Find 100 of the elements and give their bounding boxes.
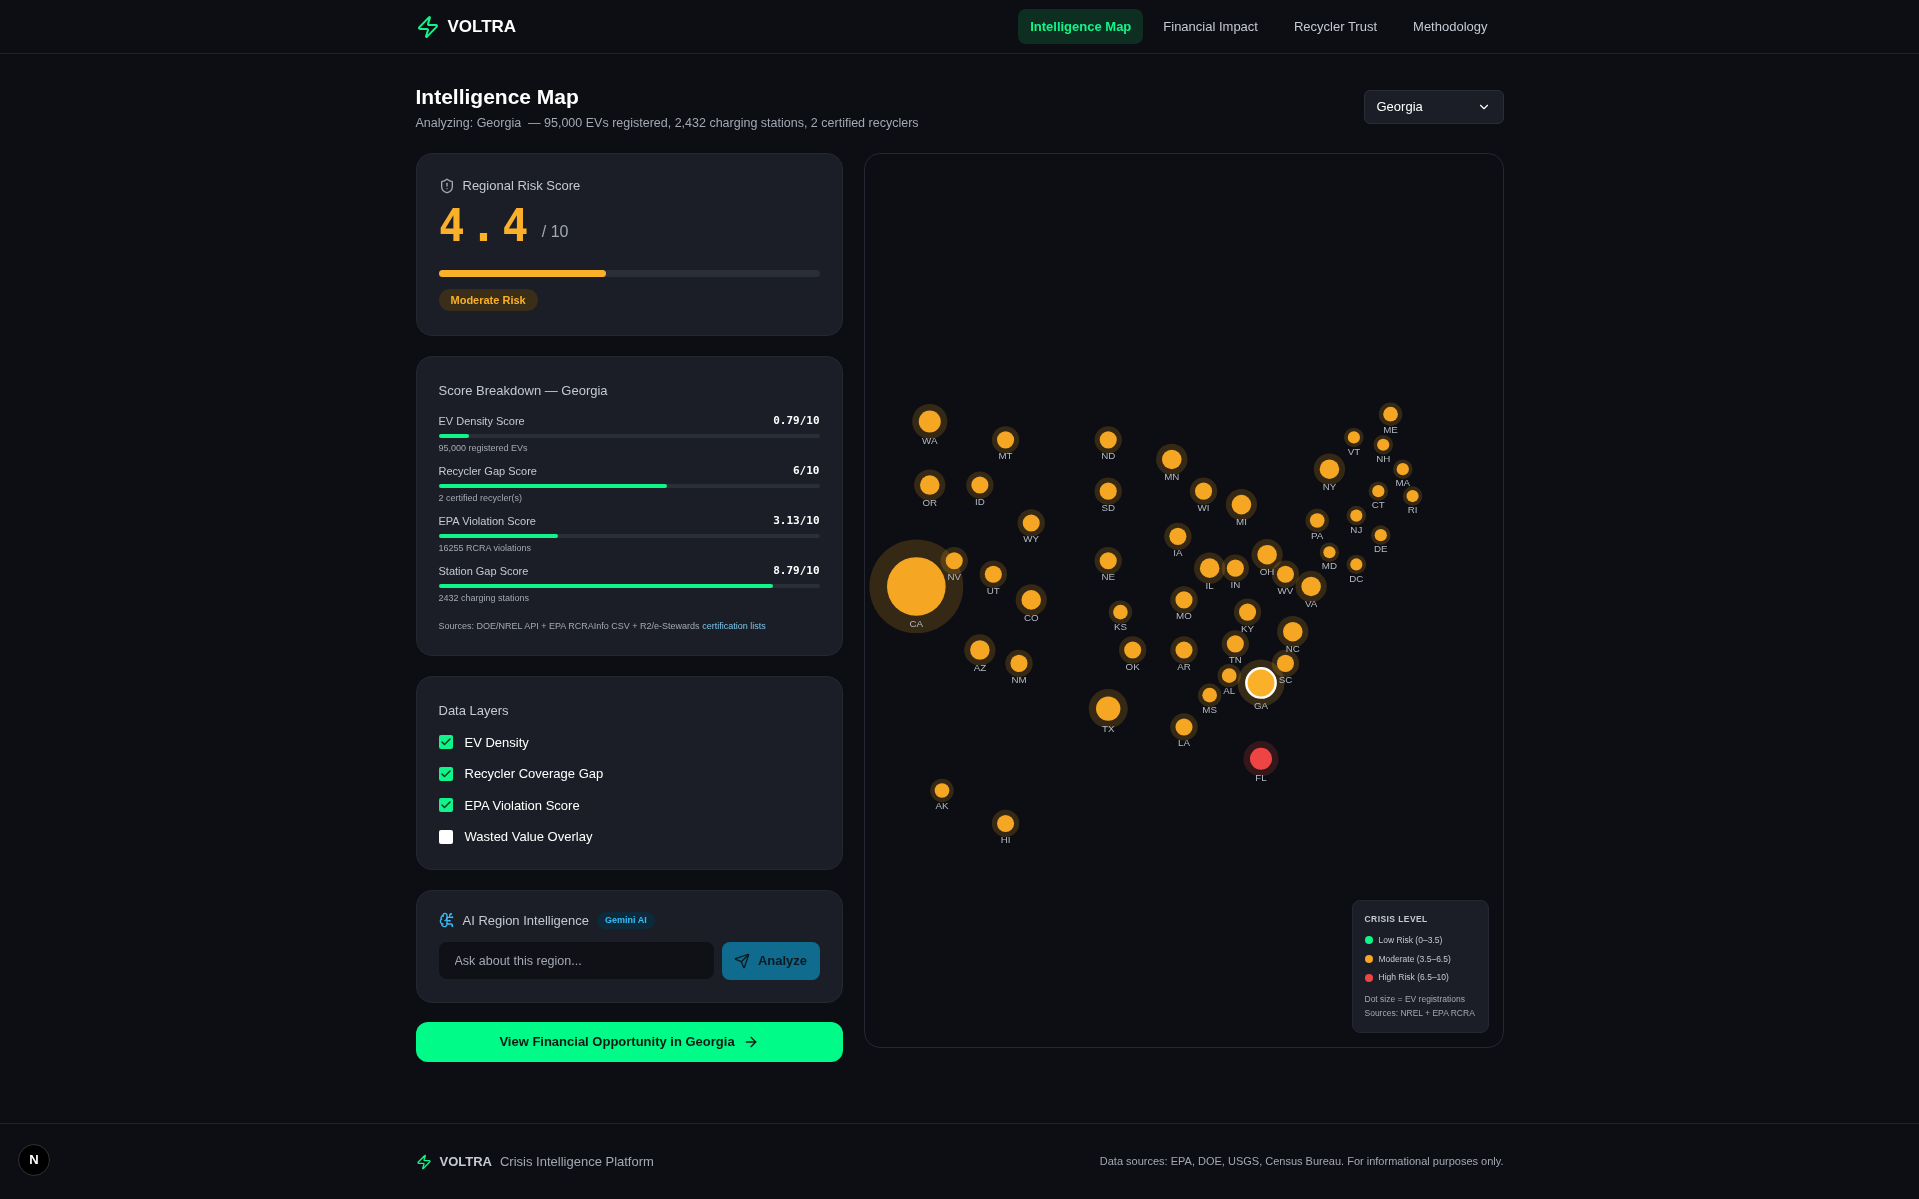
- map-bubble[interactable]: [991, 809, 1019, 838]
- page-subtitle: Analyzing: Georgia — 95,000 EVs registered, 2,432 charging stations, 2 certified recyclers: [415, 115, 919, 133]
- map-bubble[interactable]: [1189, 477, 1217, 505]
- map-bubble[interactable]: [1343, 427, 1364, 448]
- map-bubble[interactable]: [1163, 522, 1192, 551]
- map-bubble[interactable]: [1221, 554, 1249, 582]
- map-bubble[interactable]: [979, 560, 1007, 588]
- nav-tab[interactable]: Financial Impact: [1147, 8, 1274, 45]
- map-bubble[interactable]: [911, 403, 947, 440]
- check-icon: [439, 767, 452, 780]
- map-bubble[interactable]: [1233, 598, 1261, 626]
- layer-checkbox[interactable]: [438, 829, 453, 844]
- map-bubble[interactable]: [1221, 630, 1249, 658]
- map-bubble[interactable]: [965, 471, 994, 499]
- state-label: TN: [1228, 654, 1242, 666]
- cta-button[interactable]: View Financial Opportunity in Georgia: [415, 1022, 843, 1062]
- map-bubble[interactable]: [1370, 525, 1391, 545]
- map-bubble[interactable]: [1108, 600, 1132, 624]
- map-bubble[interactable]: [1169, 586, 1198, 614]
- state-label: MT: [998, 450, 1013, 462]
- nav-tab[interactable]: Intelligence Map: [1018, 8, 1144, 45]
- map-bubble[interactable]: [868, 539, 963, 634]
- map-bubble[interactable]: [1094, 477, 1122, 505]
- layer-checkbox[interactable]: [438, 798, 453, 813]
- risk-badge: Moderate Risk: [438, 288, 538, 311]
- state-label: MO: [1175, 610, 1192, 622]
- map-bubble[interactable]: [1250, 539, 1283, 571]
- map-bubble[interactable]: [913, 469, 945, 501]
- certification-link[interactable]: certification lists: [702, 620, 766, 631]
- state-label: KY: [1240, 622, 1254, 634]
- state-label: AZ: [973, 661, 986, 673]
- layer-label: EV Density: [464, 733, 529, 752]
- map-bubble[interactable]: [1294, 570, 1327, 603]
- shield-icon: [438, 177, 455, 194]
- map-bubble[interactable]: [1225, 488, 1257, 521]
- page-title: Intelligence Map: [415, 84, 580, 110]
- nav-tab[interactable]: Recycler Trust: [1277, 8, 1394, 45]
- question-field[interactable]: Ask about this region...: [438, 942, 714, 979]
- map-bubble[interactable]: [1346, 505, 1366, 526]
- state-label: TX: [1101, 722, 1114, 734]
- map-bubble[interactable]: [1004, 649, 1033, 678]
- card-title: AI Region Intelligence: [462, 911, 589, 930]
- map-bubble[interactable]: [1319, 542, 1339, 562]
- card-title: Data Layers: [438, 702, 510, 720]
- nav-tab[interactable]: Methodology: [1397, 8, 1504, 45]
- footer-sources: Data sources: EPA, DOE, USGS, Census Bureau. For informational purposes only.: [1099, 1154, 1504, 1170]
- state-label: DC: [1348, 572, 1363, 584]
- send-icon: [733, 953, 750, 969]
- state-label: DE: [1373, 543, 1388, 555]
- map-bubble[interactable]: [1378, 402, 1402, 426]
- map-bubble[interactable]: [1402, 486, 1422, 506]
- score-note: 2432 charging stations: [438, 592, 531, 605]
- map-bubble[interactable]: [1094, 547, 1122, 575]
- score-note: 95,000 registered EVs: [438, 442, 529, 455]
- map-bubble[interactable]: [1155, 443, 1187, 476]
- map-bubble[interactable]: [963, 634, 996, 666]
- region-select[interactable]: Georgia: [1363, 90, 1504, 124]
- ai-badge: Gemini AI: [597, 911, 655, 929]
- map-bubble[interactable]: [1017, 509, 1045, 537]
- map-bubble[interactable]: [1368, 481, 1388, 501]
- state-label: NH: [1375, 452, 1390, 464]
- map-bubble[interactable]: [1169, 636, 1198, 664]
- map-bubble[interactable]: [1276, 616, 1308, 648]
- score-label: EPA Violation Score: [438, 513, 536, 529]
- map-bubble[interactable]: [1169, 713, 1198, 741]
- score-label: Recycler Gap Score: [438, 463, 537, 479]
- map-bubble[interactable]: [1392, 459, 1413, 479]
- score-value: 8.79/10: [773, 562, 820, 579]
- state-label: OR: [921, 496, 937, 508]
- map-bubble[interactable]: [991, 426, 1019, 454]
- score-note: 16255 RCRA violations: [438, 542, 533, 555]
- score-label: Station Gap Score: [438, 563, 529, 579]
- card-title: Regional Risk Score: [462, 177, 581, 195]
- layer-label: EPA Violation Score: [464, 796, 580, 815]
- map-bubble[interactable]: [1305, 508, 1329, 533]
- layer-checkbox[interactable]: [438, 735, 453, 750]
- state-label: ME: [1382, 423, 1398, 435]
- map-bubble[interactable]: [1217, 663, 1241, 688]
- state-label: NV: [946, 571, 961, 583]
- state-label: NY: [1322, 480, 1336, 492]
- dev-badge[interactable]: N: [18, 1144, 50, 1176]
- legend-label: Low Risk (0–3.5): [1378, 933, 1443, 947]
- legend-title: CRISIS LEVEL: [1364, 913, 1429, 926]
- layer-checkbox[interactable]: [438, 766, 453, 781]
- map-bubble[interactable]: [1193, 552, 1225, 584]
- map-bubble[interactable]: [1372, 434, 1393, 455]
- map-bubble[interactable]: [1346, 554, 1366, 575]
- map-bubble[interactable]: [1197, 683, 1221, 707]
- map-bubble[interactable]: [1118, 636, 1146, 664]
- legend-note: Dot size = EV registrations: [1364, 993, 1466, 1006]
- map-bubble[interactable]: [1094, 426, 1122, 454]
- score-value: 3.13/10: [773, 512, 820, 529]
- map-bubble[interactable]: [1015, 584, 1047, 616]
- state-label: WV: [1277, 584, 1293, 596]
- state-label: MI: [1235, 516, 1247, 528]
- state-label: FL: [1254, 771, 1267, 783]
- map-bubble[interactable]: [929, 778, 954, 803]
- map-bubble[interactable]: [1313, 453, 1345, 485]
- state-label: VT: [1347, 445, 1360, 457]
- state-label: SD: [1100, 501, 1115, 513]
